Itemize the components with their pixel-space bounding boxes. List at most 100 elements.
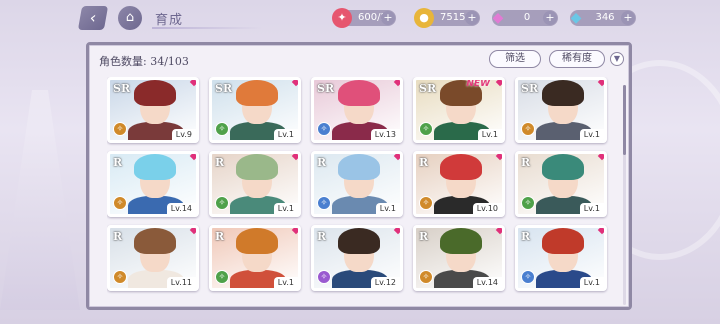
character-hair	[236, 80, 278, 106]
add-gold-button[interactable]: +	[465, 11, 479, 25]
level-label: Lv.1	[273, 203, 298, 214]
rarity-badge: R	[419, 230, 429, 243]
character-count: 角色数量: 34/103	[99, 55, 189, 68]
rarity-badge: R	[113, 230, 123, 243]
level-label: Lv.9	[171, 129, 196, 140]
character-card[interactable]: R ✧ Lv.1	[311, 151, 403, 217]
resource-stamina: ✦ 600/50 +	[332, 8, 396, 28]
resource-gem-blue: ◆ 346 +	[570, 10, 636, 26]
title-underline	[152, 27, 262, 29]
element-icon: ✧	[113, 270, 127, 284]
element-icon: ✧	[215, 196, 229, 210]
character-hair	[236, 228, 278, 254]
sort-arrow-icon[interactable]: ▼	[610, 52, 624, 66]
rarity-badge: R	[317, 156, 327, 169]
element-icon: ✧	[521, 270, 535, 284]
rarity-badge: R	[215, 156, 225, 169]
character-card[interactable]: R ✧ Lv.1	[515, 225, 607, 291]
add-gem-pink-button[interactable]: +	[543, 11, 557, 25]
level-label: Lv.1	[579, 277, 604, 288]
rarity-badge: R	[317, 230, 327, 243]
rarity-badge: R	[215, 230, 225, 243]
gem-pink-value: 0	[523, 12, 531, 23]
element-icon: ✧	[113, 196, 127, 210]
character-hair	[338, 228, 380, 254]
character-card[interactable]: SR ✧ Lv.1	[209, 77, 301, 143]
rarity-badge: R	[113, 156, 123, 169]
rarity-badge: SR	[113, 82, 131, 95]
new-badge: NEW	[466, 79, 490, 89]
rarity-badge: R	[521, 156, 531, 169]
level-label: Lv.14	[472, 277, 502, 288]
character-grid: SR ✧ Lv.9 SR ✧ Lv.1 SR ✧ Lv.13 SR ✧ Lv.1 NEW SR ✧ Lv.1 R…	[107, 77, 617, 307]
character-card[interactable]: R ✧ Lv.14	[107, 151, 199, 217]
rarity-badge: SR	[521, 82, 539, 95]
character-card[interactable]: R ✧ Lv.12	[311, 225, 403, 291]
character-card[interactable]: SR ✧ Lv.1 NEW	[413, 77, 505, 143]
element-icon: ✧	[317, 270, 331, 284]
level-label: Lv.11	[166, 277, 196, 288]
home-button[interactable]: ⌂	[118, 6, 142, 30]
character-card[interactable]: R ✧ Lv.10	[413, 151, 505, 217]
character-card[interactable]: R ✧ Lv.1	[515, 151, 607, 217]
element-icon: ✧	[419, 122, 433, 136]
character-card[interactable]: R ✧ Lv.1	[209, 151, 301, 217]
back-arrow-icon: ‹	[88, 8, 98, 27]
level-label: Lv.1	[273, 277, 298, 288]
rarity-badge: SR	[317, 82, 335, 95]
rarity-badge: SR	[419, 82, 437, 95]
character-hair	[134, 228, 176, 254]
character-card[interactable]: R ✧ Lv.1	[209, 225, 301, 291]
diamond-blue-icon: ◆	[570, 10, 582, 26]
character-hair	[338, 154, 380, 180]
add-gem-blue-button[interactable]: +	[621, 11, 635, 25]
character-hair	[542, 228, 584, 254]
gem-blue-value: 346	[595, 12, 615, 23]
level-label: Lv.1	[273, 129, 298, 140]
rarity-sort-button[interactable]: 稀有度	[549, 50, 605, 68]
level-label: Lv.10	[472, 203, 502, 214]
character-hair	[236, 154, 278, 180]
panel-header: 角色数量: 34/103 筛选 稀有度 ▼	[89, 45, 629, 73]
character-panel: 角色数量: 34/103 筛选 稀有度 ▼ SR ✧ Lv.9 SR ✧ Lv.1 SR ✧ L…	[86, 42, 632, 310]
filter-button[interactable]: 筛选	[489, 50, 541, 68]
level-label: Lv.1	[579, 129, 604, 140]
character-hair	[440, 228, 482, 254]
resource-gem-pink: ◆ 0 +	[492, 10, 558, 26]
page-title: 育成	[155, 13, 184, 28]
top-bar: ‹ ⌂ 育成 ✦ 600/50 + ● 751500 + ◆ 0 + ◆ 346…	[0, 0, 720, 36]
element-icon: ✧	[419, 196, 433, 210]
character-card[interactable]: SR ✧ Lv.13	[311, 77, 403, 143]
candy-icon: ✦	[332, 8, 352, 28]
rarity-badge: SR	[215, 82, 233, 95]
back-button[interactable]: ‹	[77, 6, 109, 30]
element-icon: ✧	[521, 122, 535, 136]
level-label: Lv.14	[166, 203, 196, 214]
element-icon: ✧	[215, 270, 229, 284]
scroll-thumb[interactable]	[623, 85, 626, 155]
level-label: Lv.13	[370, 129, 400, 140]
character-hair	[542, 154, 584, 180]
character-card[interactable]: SR ✧ Lv.9	[107, 77, 199, 143]
character-card[interactable]: SR ✧ Lv.1	[515, 77, 607, 143]
character-card[interactable]: R ✧ Lv.11	[107, 225, 199, 291]
level-label: Lv.12	[370, 277, 400, 288]
level-label: Lv.1	[477, 129, 502, 140]
element-icon: ✧	[521, 196, 535, 210]
element-icon: ✧	[419, 270, 433, 284]
element-icon: ✧	[317, 196, 331, 210]
element-icon: ✧	[215, 122, 229, 136]
scrollbar[interactable]	[623, 85, 626, 305]
coin-icon: ●	[414, 8, 434, 28]
character-hair	[134, 80, 176, 106]
character-card[interactable]: R ✧ Lv.14	[413, 225, 505, 291]
character-hair	[338, 80, 380, 106]
resource-gold: ● 751500 +	[414, 8, 480, 28]
add-stamina-button[interactable]: +	[381, 11, 395, 25]
rarity-badge: R	[521, 230, 531, 243]
home-icon: ⌂	[125, 10, 135, 25]
element-icon: ✧	[113, 122, 127, 136]
level-label: Lv.1	[579, 203, 604, 214]
character-hair	[134, 154, 176, 180]
character-hair	[440, 154, 482, 180]
